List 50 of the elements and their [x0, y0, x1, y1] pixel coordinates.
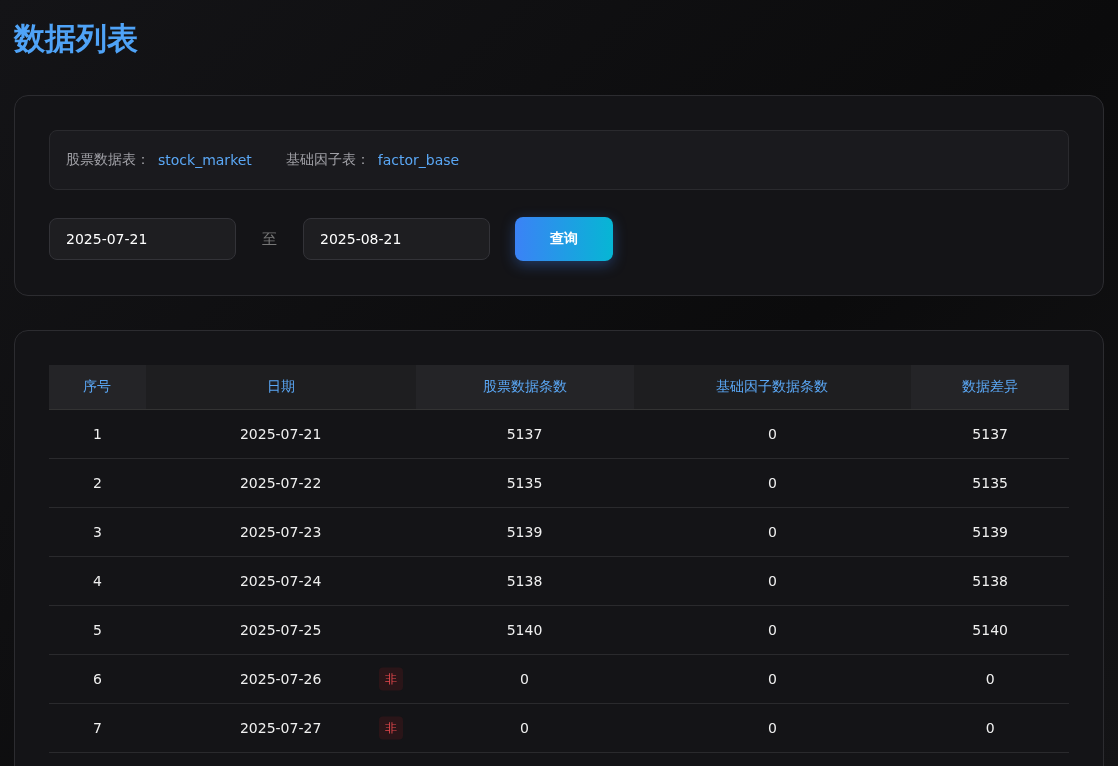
info-value: stock_market	[158, 152, 252, 168]
status-tag: 非	[378, 667, 403, 691]
table-cell: 0	[767, 671, 777, 687]
column-header: 数据差异	[911, 365, 1069, 410]
range-separator: 至	[261, 229, 278, 249]
table-cell: 2025-07-26	[239, 671, 322, 687]
status-tag: 非	[378, 716, 403, 740]
table-cell: 0	[767, 720, 777, 736]
table-cell: 3	[92, 524, 102, 540]
table-cell: 7	[92, 720, 102, 736]
table-cell: 2025-07-25	[239, 622, 322, 638]
page-title: 数据列表	[14, 19, 139, 58]
table-cell: 0	[985, 720, 995, 736]
table-cell: 0	[767, 622, 777, 638]
table-cell: 6	[92, 671, 102, 687]
table-cell: 0	[767, 475, 777, 491]
table-cell: 0	[767, 426, 777, 442]
start-date-field[interactable]: 2025-07-21	[49, 218, 236, 260]
column-header: 序号	[49, 365, 146, 410]
table-cell: 5139	[972, 524, 1008, 540]
table-cell: 0	[520, 720, 529, 736]
column-header: 股票数据条数	[415, 365, 634, 410]
info-label: 股票数据表：	[66, 151, 150, 169]
table-cell: 5139	[506, 524, 543, 540]
table-cell: 0	[985, 671, 995, 687]
table-cell: 5140	[506, 622, 543, 638]
column-header: 基础因子数据条数	[633, 365, 912, 410]
end-date-field[interactable]: 2025-08-21	[303, 218, 490, 260]
column-header: 日期	[145, 365, 416, 410]
table-cell: 0	[767, 573, 777, 589]
table-cell: 2025-07-22	[239, 475, 322, 491]
info-value: factor_base	[377, 152, 460, 168]
table-cell: 5138	[506, 573, 543, 589]
table-cell: 0	[520, 671, 529, 687]
table-cell: 5138	[972, 573, 1008, 589]
table-cell: 5	[92, 622, 102, 638]
table-cell: 5137	[972, 426, 1008, 442]
info-label: 基础因子表：	[285, 151, 370, 169]
table-cell: 4	[92, 573, 102, 589]
table-cell: 5140	[972, 622, 1008, 638]
table-cell: 0	[767, 524, 777, 540]
table-cell: 5135	[972, 475, 1008, 491]
table-cell: 2025-07-24	[239, 573, 322, 589]
table-cell: 2025-07-27	[239, 720, 322, 736]
table-cell: 5137	[506, 426, 543, 442]
table-cell: 1	[92, 426, 102, 442]
table-cell: 2025-07-21	[239, 426, 322, 442]
table-cell: 2	[92, 475, 102, 491]
table-cell: 5135	[506, 475, 543, 491]
table-cell: 2025-07-23	[239, 524, 322, 540]
